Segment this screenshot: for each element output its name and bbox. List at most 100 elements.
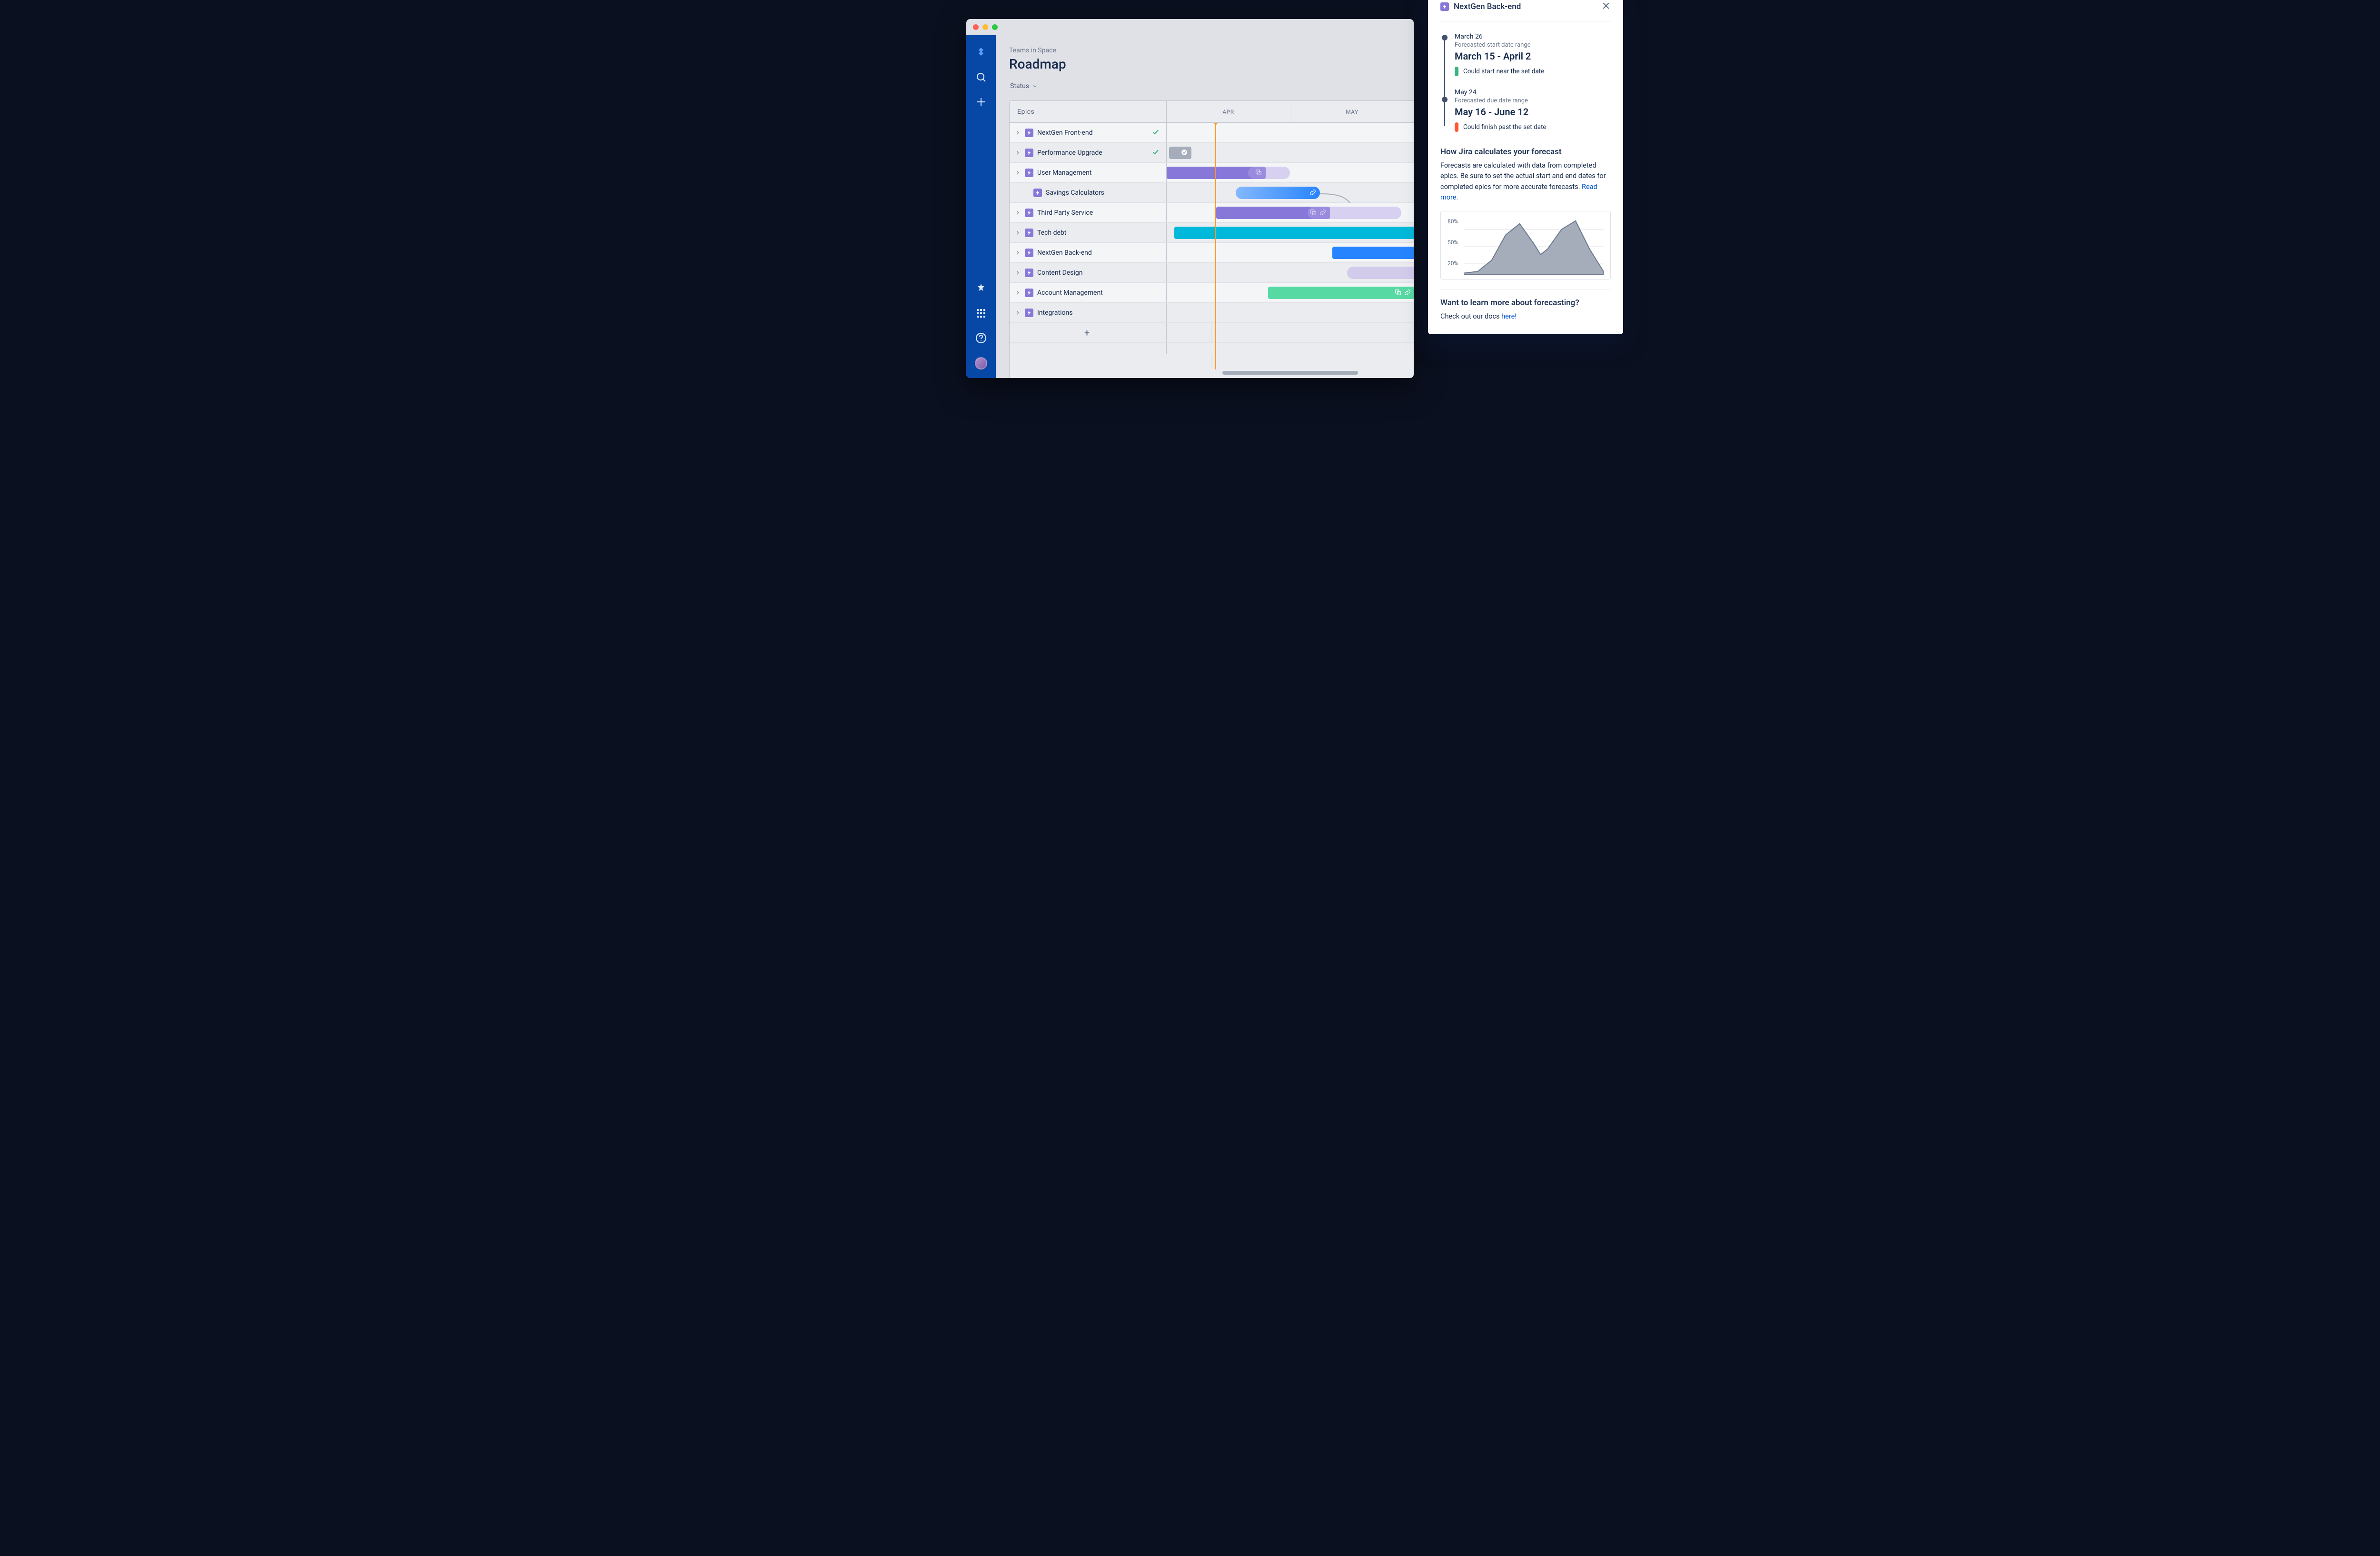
- epic-name: NextGen Back-end: [1037, 249, 1092, 257]
- due-status-text: Could finish past the set date: [1463, 123, 1547, 131]
- epic-name: Account Management: [1037, 289, 1103, 297]
- epic-icon: [1025, 169, 1033, 177]
- epic-name: Content Design: [1037, 269, 1082, 277]
- forecast-bar[interactable]: [1248, 167, 1290, 179]
- epic-row[interactable]: Content Design: [1010, 263, 1414, 283]
- timeline-bar[interactable]: [1236, 187, 1319, 199]
- roadmap: Epics APR MAY: [1009, 100, 1414, 378]
- status-filter[interactable]: Status: [1009, 80, 1039, 93]
- timeline-bar[interactable]: [1268, 287, 1414, 299]
- epic-icon: [1025, 289, 1033, 297]
- learn-heading: Want to learn more about forecasting?: [1440, 298, 1611, 308]
- link-icon: [1404, 289, 1411, 298]
- forecast-chart-svg: [1464, 218, 1604, 275]
- due-range-label: Forecasted due date range: [1455, 97, 1611, 104]
- timeline-bar[interactable]: [1174, 227, 1414, 239]
- chevron-down-icon: [1032, 83, 1038, 89]
- epic-icon: [1025, 269, 1033, 277]
- expand-icon[interactable]: [1014, 170, 1021, 176]
- status-filter-label: Status: [1010, 82, 1029, 90]
- search-icon[interactable]: [975, 71, 987, 83]
- epics-column-header: Epics: [1010, 101, 1167, 122]
- epic-name: Integrations: [1037, 309, 1072, 317]
- done-check-icon: [1152, 128, 1160, 138]
- status-pill: [1455, 67, 1458, 76]
- bar-done-badge-icon: [1181, 149, 1188, 158]
- start-status-text: Could start near the set date: [1463, 68, 1544, 75]
- epic-icon: [1025, 229, 1033, 237]
- epic-name: Tech debt: [1037, 229, 1066, 237]
- expand-icon[interactable]: [1014, 269, 1021, 276]
- forecast-bar[interactable]: [1308, 207, 1401, 219]
- today-indicator: [1215, 123, 1216, 369]
- epic-icon: [1440, 2, 1449, 11]
- titlebar-close[interactable]: [973, 24, 979, 30]
- epic-row[interactable]: Third Party Service: [1010, 203, 1414, 223]
- done-check-icon: [1152, 148, 1160, 158]
- plus-icon: +: [1084, 327, 1090, 339]
- ytick: 80%: [1448, 218, 1458, 225]
- epic-name: Savings Calculators: [1046, 189, 1104, 197]
- start-range: March 15 - April 2: [1455, 50, 1611, 62]
- docs-link[interactable]: here!: [1501, 312, 1517, 320]
- close-icon[interactable]: [1601, 1, 1611, 12]
- start-date: March 26: [1455, 33, 1611, 40]
- expand-icon[interactable]: [1014, 249, 1021, 256]
- calc-body: Forecasts are calculated with data from …: [1440, 161, 1606, 191]
- horizontal-scrollbar[interactable]: [1222, 371, 1358, 375]
- epic-icon: [1025, 249, 1033, 257]
- titlebar-zoom[interactable]: [992, 24, 998, 30]
- avatar[interactable]: [975, 357, 987, 369]
- epic-name: Third Party Service: [1037, 209, 1093, 217]
- timeline-bar[interactable]: [1332, 247, 1414, 259]
- epic-row[interactable]: NextGen Back-end: [1010, 243, 1414, 263]
- start-range-label: Forecasted start date range: [1455, 41, 1611, 49]
- breadcrumb[interactable]: Teams in Space: [1009, 47, 1400, 54]
- epic-row[interactable]: Account Management: [1010, 283, 1414, 303]
- expand-icon[interactable]: [1014, 309, 1021, 316]
- help-icon[interactable]: [975, 332, 987, 344]
- epic-icon: [1025, 129, 1033, 137]
- window-titlebar: [966, 19, 1414, 35]
- forecast-panel: NextGen Back-end March 26 Forecasted sta…: [1428, 0, 1623, 334]
- notifications-icon[interactable]: [975, 283, 987, 294]
- due-date: May 24: [1455, 89, 1611, 96]
- epic-icon: [1033, 189, 1042, 197]
- due-range: May 16 - June 12: [1455, 106, 1611, 118]
- epic-icon: [1025, 149, 1033, 157]
- expand-icon[interactable]: [1014, 130, 1021, 136]
- epic-row[interactable]: NextGen Front-end: [1010, 123, 1414, 143]
- epic-name: Performance Upgrade: [1037, 149, 1102, 157]
- calc-heading: How Jira calculates your forecast: [1440, 147, 1611, 157]
- expand-icon[interactable]: [1014, 150, 1021, 156]
- epic-row[interactable]: Savings Calculators: [1010, 183, 1414, 203]
- month-header: MAY: [1290, 101, 1414, 122]
- timeline-bar[interactable]: [1169, 147, 1191, 159]
- app-window: Teams in Space Roadmap Status Epics APR …: [966, 19, 1414, 378]
- expand-icon[interactable]: [1014, 289, 1021, 296]
- ytick: 20%: [1448, 260, 1458, 267]
- jira-logo-icon[interactable]: [975, 47, 987, 58]
- epic-icon: [1025, 309, 1033, 317]
- child-issues-icon: [1395, 289, 1401, 298]
- epic-name: User Management: [1037, 169, 1091, 177]
- roadmap-rows: NextGen Front-end Performance Upgrade: [1010, 123, 1414, 368]
- epic-row[interactable]: Integrations: [1010, 303, 1414, 323]
- epic-row[interactable]: Tech debt: [1010, 223, 1414, 243]
- status-pill: [1455, 122, 1458, 132]
- epic-name: NextGen Front-end: [1037, 129, 1092, 137]
- epic-row[interactable]: User Management: [1010, 163, 1414, 183]
- forecast-bar[interactable]: [1347, 267, 1414, 279]
- month-header: APR: [1167, 101, 1290, 122]
- expand-icon[interactable]: [1014, 209, 1021, 216]
- epic-row[interactable]: Performance Upgrade: [1010, 143, 1414, 163]
- link-icon: [1309, 189, 1316, 198]
- titlebar-minimize[interactable]: [982, 24, 988, 30]
- global-nav: [966, 35, 996, 378]
- learn-body: Check out our docs: [1440, 312, 1501, 320]
- expand-icon[interactable]: [1014, 229, 1021, 236]
- add-epic-button[interactable]: +: [1010, 323, 1167, 342]
- add-icon[interactable]: [975, 96, 987, 108]
- apps-icon[interactable]: [975, 308, 987, 319]
- panel-title: NextGen Back-end: [1454, 2, 1597, 11]
